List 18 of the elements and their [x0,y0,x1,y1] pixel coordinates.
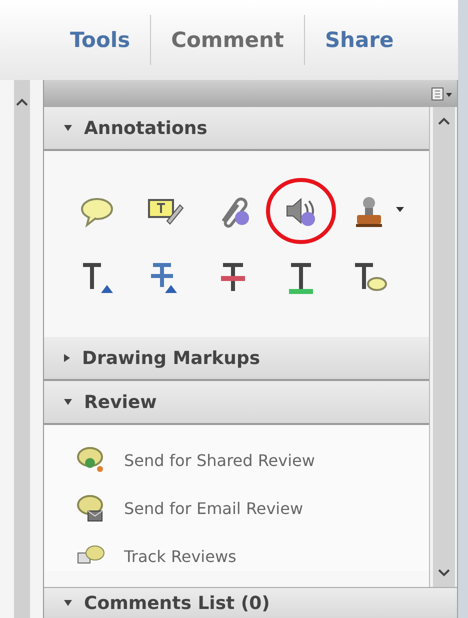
pane-tab[interactable]: Share [310,22,408,58]
section-header[interactable]: Annotations [44,107,429,151]
highlight-circle [265,177,337,245]
review-item[interactable]: Send for Email Review [76,493,429,523]
caret-icon [396,207,404,212]
review-item[interactable]: Send for Shared Review [76,445,429,475]
pane-tab[interactable]: Comment [157,22,298,58]
pane-tab[interactable]: Tools [56,22,144,58]
section-header[interactable]: Review [44,381,429,425]
review-item[interactable]: Track Reviews [76,541,429,571]
scroll-up-icon[interactable] [438,117,450,125]
section-header[interactable]: Drawing Markups [44,337,429,381]
bubble-people-icon [76,445,106,475]
section-header[interactable]: Comments List (0) [44,587,457,618]
scroll-down-icon[interactable] [438,569,450,577]
scroll-up-icon[interactable] [16,98,28,106]
options-menu-icon[interactable] [431,86,453,100]
bubble-envelope-icon [76,493,106,523]
